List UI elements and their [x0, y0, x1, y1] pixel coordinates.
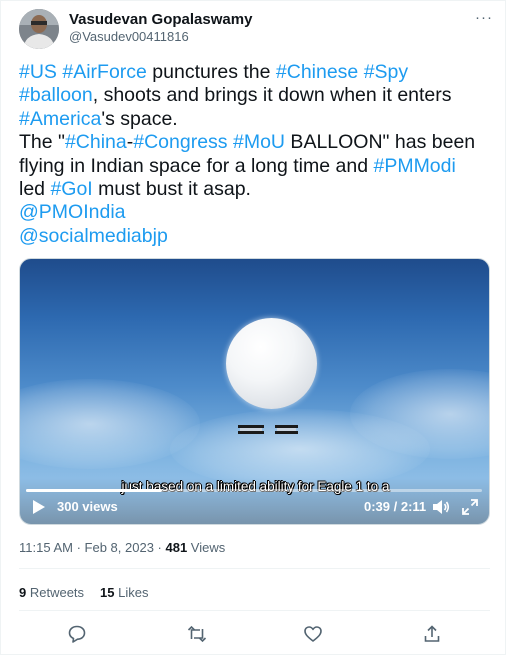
hashtag-link[interactable]: #GoI [50, 178, 92, 200]
hashtag-link[interactable]: #Chinese [276, 61, 358, 83]
tweet-text-segment: , shoots and brings it down when it ente… [92, 84, 452, 107]
tweet-text-segment: led [19, 178, 51, 201]
meta-separator: · [72, 540, 85, 555]
video-progress-bar[interactable] [26, 489, 482, 492]
views-count: 481 [165, 540, 188, 555]
hashtag-link[interactable]: #America [19, 108, 101, 130]
tweet-text-line: flying in Indian space for a long time a… [19, 155, 494, 178]
hashtag-link[interactable]: #MoU [233, 131, 285, 153]
user-handle[interactable]: @Vasudev00411816 [69, 29, 189, 44]
more-options-icon[interactable]: ··· [475, 9, 493, 27]
retweets-label: Retweets [26, 585, 85, 600]
display-name[interactable]: Vasudevan Gopalaswamy [69, 11, 252, 28]
retweets-stat[interactable]: 9 Retweets [19, 585, 84, 600]
tweet-card: Vasudevan Gopalaswamy @Vasudev00411816 ·… [0, 0, 506, 655]
likes-stat[interactable]: 15 Likes [100, 585, 148, 600]
tweet-time[interactable]: 11:15 AM [19, 540, 73, 555]
fullscreen-icon[interactable] [462, 499, 478, 515]
hashtag-link[interactable]: #Congress [133, 131, 227, 153]
views-label: Views [187, 540, 226, 555]
video-progress-fill [26, 489, 162, 492]
hashtag-link[interactable]: #China [65, 131, 127, 153]
tweet-text-line: led #GoI must bust it asap. [19, 178, 494, 201]
reply-icon[interactable] [67, 624, 87, 644]
video-views: 300 views [57, 499, 118, 514]
tweet-text-line: @PMOIndia [19, 201, 494, 224]
hashtag-link[interactable]: #Spy [364, 61, 408, 83]
avatar-photo [19, 9, 59, 49]
retweet-icon[interactable] [187, 624, 207, 644]
tweet-text: #US #AirForce punctures the #Chinese #Sp… [19, 61, 494, 248]
tweet-text-segment: BALLOON" has been [285, 131, 476, 154]
video-time: 0:39 / 2:11 [364, 499, 427, 514]
payload-panel [275, 425, 298, 434]
likes-count: 15 [100, 585, 115, 600]
like-icon[interactable] [303, 624, 323, 644]
hashtag-link[interactable]: #AirForce [62, 61, 147, 83]
engagement-stats: 9 Retweets 15 Likes [19, 585, 164, 600]
hashtag-link[interactable]: #balloon [19, 84, 93, 106]
tweet-text-line: The "#China-#Congress #MoU BALLOON" has … [19, 131, 494, 154]
video-player[interactable]: just based on a limited ability for Eagl… [19, 258, 490, 525]
tweet-text-line: #balloon, shoots and brings it down when… [19, 84, 494, 107]
tweet-text-line: @socialmediabjp [19, 225, 494, 248]
meta-separator: · [153, 540, 166, 555]
tweet-date[interactable]: Feb 8, 2023 [85, 540, 154, 555]
volume-icon[interactable] [432, 499, 450, 515]
tweet-text-line: #America's space. [19, 108, 494, 131]
payload-panel [238, 425, 264, 434]
tweet-text-segment: The " [19, 131, 65, 154]
tweet-text-segment: punctures the [146, 61, 276, 83]
balloon-image [226, 318, 317, 409]
divider [19, 568, 490, 569]
hashtag-link[interactable]: #PMModi [373, 155, 455, 177]
mention-link[interactable]: @socialmediabjp [19, 225, 168, 247]
tweet-text-line: #US #AirForce punctures the #Chinese #Sp… [19, 61, 494, 84]
tweet-meta: 11:15 AM · Feb 8, 2023 · 481 Views [19, 540, 225, 555]
tweet-text-segment: must bust it asap. [92, 178, 251, 201]
mention-link[interactable]: @PMOIndia [19, 201, 126, 223]
tweet-text-segment: flying in Indian space for a long time a… [19, 154, 374, 177]
divider [19, 610, 490, 611]
likes-label: Likes [114, 585, 149, 600]
hashtag-link[interactable]: #US [19, 61, 57, 83]
share-icon[interactable] [422, 624, 442, 644]
tweet-text-segment: 's space. [101, 107, 178, 130]
play-icon[interactable] [32, 499, 46, 515]
avatar[interactable] [19, 9, 59, 49]
